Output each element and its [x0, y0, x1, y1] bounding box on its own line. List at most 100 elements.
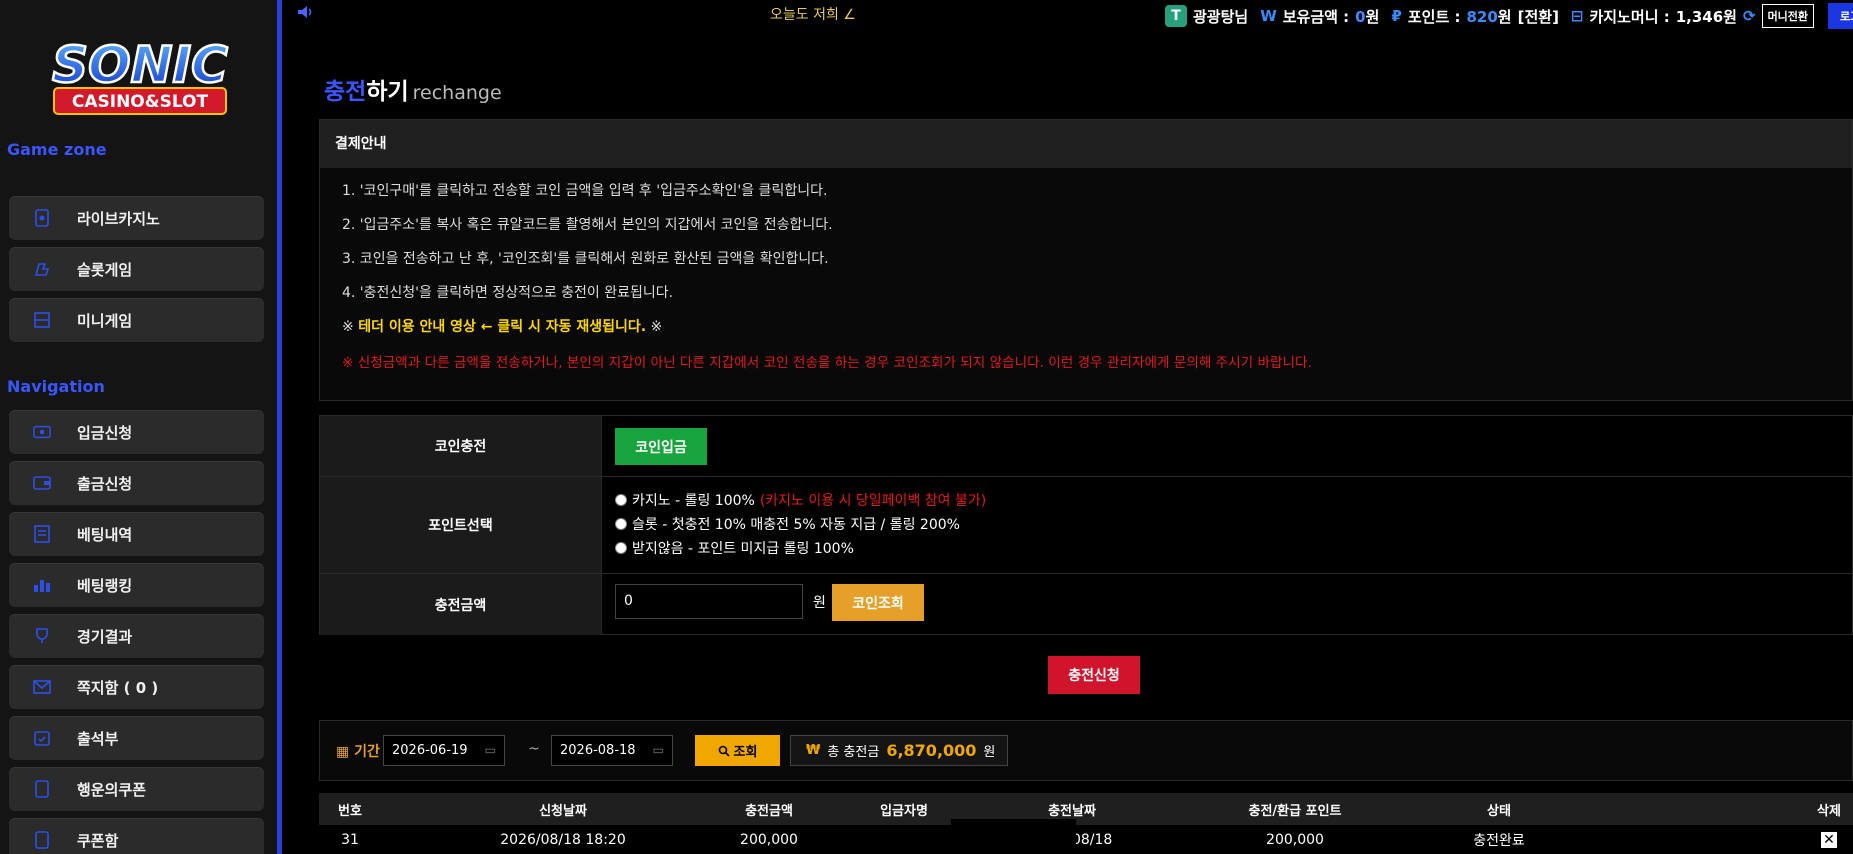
sidebar-item-deposit[interactable]: 입금신청 — [9, 410, 264, 454]
sidebar-item-label: 슬롯게임 — [77, 260, 133, 279]
sidebar-item-label: 베팅랭킹 — [77, 576, 133, 595]
point-value: 820원 — [1466, 7, 1512, 26]
history-filter: ▦ 기간 2026-06-19 ▭ ~ 2026-08-18 ▭ 조회 ₩ 총 충전… — [319, 720, 1853, 781]
sidebar-item-label: 미니게임 — [77, 311, 133, 330]
amount-unit: 원 — [813, 595, 826, 611]
sidebar-item-messages[interactable]: 쪽지함 ( 0 ) — [9, 665, 264, 709]
total-charge-box: ₩ 총 충전금 6,870,000 원 — [790, 735, 1008, 766]
point-option-none[interactable]: 받지않음 - 포인트 미지급 롤링 100% — [615, 538, 854, 558]
point-label: 포인트 : — [1407, 7, 1461, 26]
live-casino-icon — [33, 209, 51, 227]
mini-game-icon — [33, 311, 51, 329]
sidebar-item-label: 경기결과 — [77, 627, 133, 646]
header-request-date: 신청날짜 — [539, 803, 587, 819]
coupon-icon — [33, 780, 51, 798]
point-convert-link[interactable]: [전환] — [1518, 6, 1559, 27]
sidebar-item-label: 쪽지함 ( 0 ) — [77, 678, 159, 697]
point-select-label: 포인트선택 — [320, 477, 602, 573]
balance-label: 보유금액 : — [1282, 7, 1350, 26]
date-to-input[interactable]: 2026-08-18 ▭ — [551, 735, 673, 766]
coupon-box-icon — [33, 831, 51, 849]
sidebar-item-label: 베팅내역 — [77, 525, 133, 544]
charge-history-table: 번호 신청날짜 충전금액 입금자명 충전날짜 충전/환급 포인트 상태 삭제 3… — [319, 793, 1853, 854]
coin-deposit-button[interactable]: 코인입금 — [615, 428, 707, 465]
page-title: 충전하기 rechange — [324, 79, 502, 105]
point-option-slot[interactable]: 슬롯 - 첫충전 10% 매충전 5% 자동 지급 / 롤링 200% — [615, 514, 960, 534]
cell-points: 200,000 — [1266, 831, 1324, 848]
sidebar-item-label: 출금신청 — [77, 474, 133, 493]
guide-warning: ※ 신청금액과 다른 금액을 전송하거나, 본인의 지갑이 아닌 다른 지갑에서… — [342, 355, 1312, 371]
balance-value: 0원 — [1355, 7, 1380, 26]
delete-icon[interactable]: ✕ — [1821, 831, 1837, 848]
username: 광광탕님 — [1193, 7, 1249, 26]
search-button[interactable]: 조회 — [695, 735, 780, 766]
won-icon: W — [1260, 7, 1277, 25]
form-row-amount: 충전금액 0 원 코인조회 — [320, 574, 1853, 635]
calendar-icon: ▭ — [652, 743, 664, 757]
table-row: 31 2026/08/18 18:20 200,000 2026/08/18 2… — [319, 825, 1853, 854]
sidebar-item-bet-ranking[interactable]: 베팅랭킹 — [9, 563, 264, 607]
video-guide-note[interactable]: ※ 테더 이용 안내 영상 ← 클릭 시 자동 재생됩니다. ※ — [342, 316, 662, 336]
sidebar-item-bet-history[interactable]: 베팅내역 — [9, 512, 264, 556]
wallet-icon — [33, 474, 51, 492]
point-icon: ₽ — [1391, 7, 1402, 25]
redacted-block — [951, 819, 1076, 854]
coin-check-button[interactable]: 코인조회 — [832, 584, 924, 621]
calendar-icon: ▦ — [336, 744, 355, 760]
sidebar-item-lucky-coupon[interactable]: 행운의쿠폰 — [9, 767, 264, 811]
sidebar-item-slot-game[interactable]: 슬롯게임 — [9, 247, 264, 291]
cell-status: 충전완료 — [1473, 832, 1525, 849]
won-icon: ₩ — [806, 743, 821, 758]
radio-button[interactable] — [615, 494, 627, 506]
user-info: T 광광탕님 W 보유금액 : 0원 ₽ 포인트 : 820원 [전환] ⊟ 카… — [1165, 3, 1853, 29]
sidebar-item-label: 라이브카지노 — [77, 209, 160, 228]
guide-step: 1. '코인구매'를 클릭하고 전송할 코인 금액을 입력 후 '입금주소확인'… — [342, 183, 828, 199]
slot-icon — [33, 260, 51, 278]
charge-amount-input[interactable]: 0 — [615, 584, 803, 619]
casino-money-icon: ⊟ — [1570, 7, 1584, 25]
deposit-icon — [33, 423, 51, 441]
submit-charge-button[interactable]: 충전신청 — [1048, 656, 1140, 694]
guide-header: 결제안내 — [320, 120, 1852, 168]
guide-step: 3. 코인을 전송하고 난 후, '코인조회'를 클릭해서 원화로 환산된 금액… — [342, 251, 829, 267]
radio-button[interactable] — [615, 542, 627, 554]
sidebar-item-label: 쿠폰함 — [77, 831, 119, 850]
sidebar-item-mini-game[interactable]: 미니게임 — [9, 298, 264, 342]
cell-request-date: 2026/08/18 18:20 — [500, 831, 626, 848]
sonic-logo[interactable]: SONIC CASINO&SLOT — [14, 22, 266, 128]
header-points: 충전/환급 포인트 — [1248, 803, 1342, 819]
sidebar-item-label: 출석부 — [77, 729, 119, 748]
speaker-icon — [297, 5, 315, 23]
search-icon — [718, 745, 730, 757]
recharge-form: 코인충전 코인입금 포인트선택 카지노 - 롤링 100% (카지노 이용 시 … — [319, 415, 1853, 635]
sidebar-item-label: 행운의쿠폰 — [77, 780, 147, 799]
charge-amount-label: 충전금액 — [320, 574, 602, 635]
payment-guide: 결제안내 1. '코인구매'를 클릭하고 전송할 코인 금액을 입력 후 '입금… — [319, 119, 1853, 401]
point-option-casino[interactable]: 카지노 - 롤링 100% (카지노 이용 시 당일페이백 참여 불가) — [615, 490, 986, 510]
calendar-icon: ▭ — [484, 743, 496, 757]
money-convert-button[interactable]: 머니전환 — [1761, 4, 1815, 28]
sidebar-item-withdraw[interactable]: 출금신청 — [9, 461, 264, 505]
history-icon — [33, 525, 51, 543]
top-bar: 오늘도 저희 ∠ T 광광탕님 W 보유금액 : 0원 ₽ 포인트 : 820원… — [287, 0, 1853, 30]
header-no: 번호 — [338, 803, 362, 819]
sidebar-item-label: 입금신청 — [77, 423, 133, 442]
notice-marquee: 오늘도 저희 ∠ — [770, 7, 856, 23]
radio-button[interactable] — [615, 518, 627, 530]
sidebar-item-match-result[interactable]: 경기결과 — [9, 614, 264, 658]
sidebar-item-coupon-box[interactable]: 쿠폰함 — [9, 818, 264, 854]
total-charge-value: 6,870,000 — [886, 741, 977, 760]
form-row-coin: 코인충전 코인입금 — [320, 416, 1853, 477]
refresh-icon[interactable]: ⟳ — [1743, 7, 1756, 25]
navigation-title: Navigation — [7, 377, 105, 396]
header-amount: 충전금액 — [745, 803, 793, 819]
sidebar-item-attendance[interactable]: 출석부 — [9, 716, 264, 760]
logout-button[interactable]: 로그아웃 — [1828, 3, 1853, 29]
date-from-input[interactable]: 2026-06-19 ▭ — [383, 735, 505, 766]
sidebar-item-live-casino[interactable]: 라이브카지노 — [9, 196, 264, 240]
guide-step: 2. '입금주소'를 복사 혹은 큐알코드를 촬영해서 본인의 지갑에서 코인을… — [342, 217, 833, 233]
casino-money-label: 카지노머니 : — [1589, 7, 1670, 26]
guide-step: 4. '충전신청'을 클릭하면 정상적으로 충전이 완료됩니다. — [342, 285, 674, 301]
header-delete: 삭제 — [1817, 803, 1841, 819]
sidebar: SONIC CASINO&SLOT Game zone 라이브카지노 슬롯게임 … — [0, 0, 282, 854]
